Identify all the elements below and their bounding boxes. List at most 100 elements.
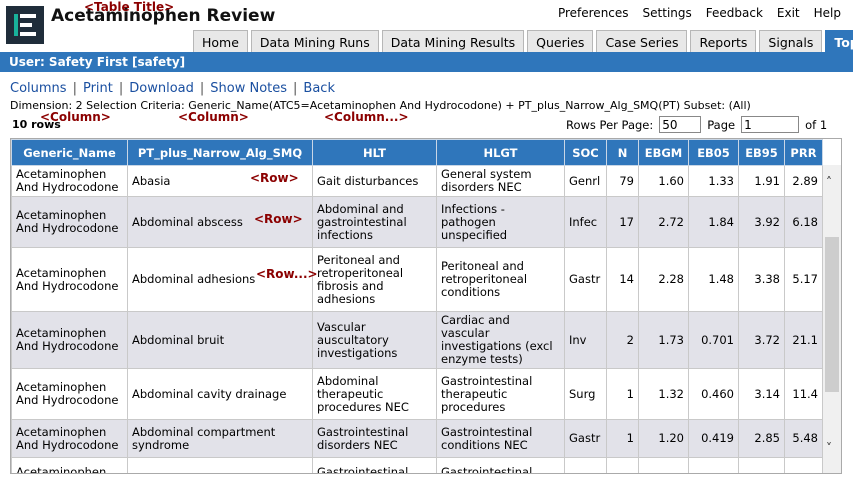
table-cell: Acetaminophen And Hydrocodone bbox=[11, 368, 128, 420]
annotation-column-2: <Column> bbox=[178, 110, 249, 124]
table-cell: 79 bbox=[606, 165, 639, 197]
table-cell: General system disorders NEC bbox=[436, 165, 565, 197]
table-row[interactable]: Acetaminophen And Hydrocodone Abasia Gait … bbox=[11, 165, 823, 197]
column-header[interactable]: EBGM bbox=[638, 139, 689, 166]
column-header[interactable]: EB05 bbox=[688, 139, 739, 166]
column-header[interactable]: N bbox=[606, 139, 639, 166]
feedback-link[interactable]: Feedback bbox=[706, 6, 763, 20]
table-cell: Gastr bbox=[564, 419, 607, 458]
table-cell: 0.460 bbox=[688, 368, 739, 420]
preferences-link[interactable]: Preferences bbox=[558, 6, 629, 20]
table-cell: 3.14 bbox=[738, 368, 785, 420]
top-nav: Preferences Settings Feedback Exit Help bbox=[558, 6, 841, 20]
table-cell: Abdominal therapeutic procedures NEC bbox=[312, 368, 437, 420]
table-cell: Abdominal cavity drainage bbox=[127, 368, 313, 420]
table-cell: Gastrointestinal therapeutic procedures bbox=[436, 368, 565, 420]
table-cell: 1.20 bbox=[638, 419, 689, 458]
pagination: Rows Per Page: Page of 1 bbox=[566, 116, 827, 133]
page-total: of 1 bbox=[805, 117, 828, 132]
table-cell bbox=[606, 457, 639, 473]
table-cell: Gastrointestinal bbox=[436, 457, 565, 473]
table-cell: 14 bbox=[606, 247, 639, 312]
table-row[interactable]: Acetaminophen And Hydrocodone Abdominal c… bbox=[11, 368, 823, 420]
table-cell: Acetaminophen And Hydrocodone bbox=[11, 311, 128, 369]
table-cell: 17 bbox=[606, 196, 639, 248]
settings-link[interactable]: Settings bbox=[643, 6, 692, 20]
column-header[interactable]: PRR bbox=[784, 139, 823, 166]
table-cell bbox=[738, 457, 785, 473]
action-links: Columns | Print | Download | Show Notes | Back bbox=[10, 81, 335, 96]
table-cell: 1.91 bbox=[738, 165, 785, 197]
table-cell: Peritoneal and retroperitoneal condition… bbox=[436, 247, 565, 312]
column-header[interactable]: HLT bbox=[312, 139, 437, 166]
annotation-column-1: <Column> bbox=[40, 110, 111, 124]
table-cell: Gastrointestinal conditions NEC bbox=[436, 419, 565, 458]
table-cell: 2.85 bbox=[738, 419, 785, 458]
table-cell: Acetaminophen And Hydrocodone bbox=[11, 419, 128, 458]
column-header[interactable]: SOC bbox=[564, 139, 607, 166]
table-cell: Vascular auscultatory investigations bbox=[312, 311, 437, 369]
back-link[interactable]: Back bbox=[303, 81, 335, 96]
table-cell bbox=[127, 457, 313, 473]
help-link[interactable]: Help bbox=[814, 6, 841, 20]
rows-per-page-input[interactable] bbox=[659, 116, 702, 133]
column-header[interactable]: PT_plus_Narrow_Alg_SMQ bbox=[127, 139, 313, 166]
table-row[interactable]: Acetaminophen And Hydrocodone Abdominal b… bbox=[11, 311, 823, 369]
table-cell: Surg bbox=[564, 368, 607, 420]
table-cell: Gastrointestinal disorders NEC bbox=[312, 419, 437, 458]
rows-per-page-label: Rows Per Page: bbox=[566, 117, 654, 132]
separator: | bbox=[293, 81, 298, 96]
table-row[interactable]: Acetaminophen And Hydrocodone Abdominal a… bbox=[11, 247, 823, 312]
chevron-up-icon[interactable]: ˄ bbox=[826, 175, 832, 189]
table-cell: Acetaminophen And Hydrocodone bbox=[11, 165, 128, 197]
table-row[interactable]: Acetaminophen Gastrointestinal Gastrointes… bbox=[11, 457, 823, 473]
table-row[interactable]: Acetaminophen And Hydrocodone Abdominal c… bbox=[11, 419, 823, 458]
table-cell bbox=[688, 457, 739, 473]
table-cell: 2.28 bbox=[638, 247, 689, 312]
table-cell: 3.92 bbox=[738, 196, 785, 248]
table-cell: Acetaminophen And Hydrocodone bbox=[11, 247, 128, 312]
column-header[interactable]: Generic_Name bbox=[11, 139, 128, 166]
print-link[interactable]: Print bbox=[83, 81, 113, 96]
column-header[interactable]: EB95 bbox=[738, 139, 785, 166]
table-cell: Acetaminophen And Hydrocodone bbox=[11, 196, 128, 248]
separator: | bbox=[199, 81, 205, 96]
show-notes-link[interactable]: Show Notes bbox=[210, 81, 287, 96]
table-cell: 5.17 bbox=[784, 247, 823, 312]
chevron-down-icon[interactable]: ˅ bbox=[826, 441, 832, 455]
exit-link[interactable]: Exit bbox=[777, 6, 800, 20]
header-row: Generic_Name PT_plus_Narrow_Alg_SMQ HLT … bbox=[11, 139, 823, 166]
table-cell: Gait disturbances bbox=[312, 165, 437, 197]
annotation-table-title: <Table Title> bbox=[84, 0, 175, 14]
table-cell: Cardiac and vascular investigations (exc… bbox=[436, 311, 565, 369]
table-cell: Acetaminophen bbox=[11, 457, 128, 473]
table-row[interactable]: Acetaminophen And Hydrocodone Abdominal a… bbox=[11, 196, 823, 248]
download-link[interactable]: Download bbox=[129, 81, 194, 96]
page-label: Page bbox=[707, 117, 736, 132]
annotation-column-3: <Column...> bbox=[324, 110, 409, 124]
scrollbar-thumb[interactable] bbox=[825, 237, 839, 392]
table-cell: Infections - pathogen unspecified bbox=[436, 196, 565, 248]
table-cell: 1.48 bbox=[688, 247, 739, 312]
table-cell: 1.32 bbox=[638, 368, 689, 420]
user-bar: User: Safety First [safety] bbox=[0, 52, 853, 72]
table-cell: 3.38 bbox=[738, 247, 785, 312]
columns-link[interactable]: Columns bbox=[10, 81, 67, 96]
page-input[interactable] bbox=[741, 116, 800, 133]
app-logo bbox=[6, 6, 44, 44]
table-cell: 1.73 bbox=[638, 311, 689, 369]
table-cell: 1 bbox=[606, 419, 639, 458]
table-cell bbox=[784, 457, 823, 473]
table-cell: Inv bbox=[564, 311, 607, 369]
table-cell: 0.419 bbox=[688, 419, 739, 458]
table-cell: 2.72 bbox=[638, 196, 689, 248]
table-cell: Infec bbox=[564, 196, 607, 248]
table-cell bbox=[564, 457, 607, 473]
table-scrollbar[interactable]: ˄ ˅ bbox=[823, 165, 841, 473]
table-cell: 3.72 bbox=[738, 311, 785, 369]
column-header[interactable]: HLGT bbox=[436, 139, 565, 166]
separator: | bbox=[72, 81, 77, 96]
table-cell: Genrl bbox=[564, 165, 607, 197]
table-cell: 1 bbox=[606, 368, 639, 420]
table-cell: Peritoneal and retroperitoneal fibrosis … bbox=[312, 247, 437, 312]
